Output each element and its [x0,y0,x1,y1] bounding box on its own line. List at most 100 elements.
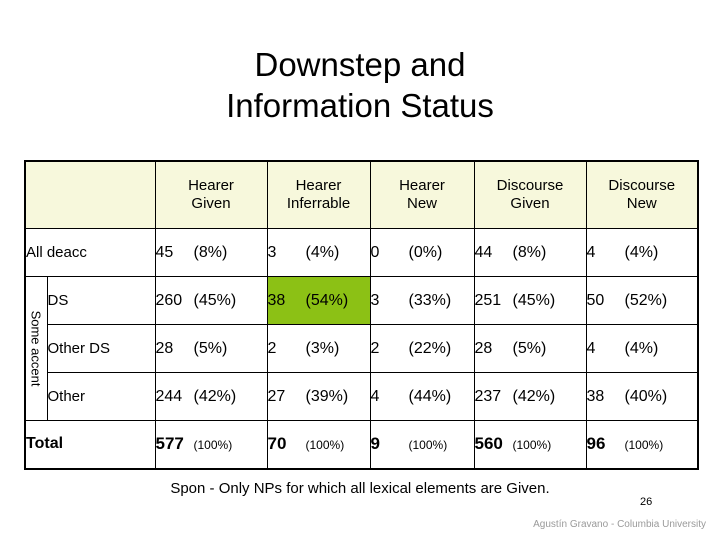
cell-count: 560 [474,434,503,454]
cell-ds-hearer-inferrable: 38 (54%) [266,276,371,325]
column-header-line-1: Discourse [608,177,676,194]
cell-count: 38 [586,387,605,405]
cell-ds-hearer-new: 3 (33%) [369,276,475,325]
table-header: Hearer Given Hearer Inferrable Hearer Ne… [24,160,699,229]
cell-count: 28 [155,339,174,357]
column-header-line-1: Hearer [295,177,342,194]
cell-percent: (40%) [624,387,668,405]
column-header-line-2: New [406,195,437,212]
cell-total-discourse-given: 560 (100%) [473,420,587,469]
cell-percent: (42%) [512,387,556,405]
cell-other-hearer-new: 4 (44%) [369,372,475,421]
cell-ds-discourse-new: 50 (52%) [585,276,699,325]
row-label-other: Other [46,372,156,421]
column-header-line-2: Given [191,195,231,212]
cell-percent: (22%) [408,339,452,357]
cell-other-discourse-new: 38 (40%) [585,372,699,421]
cell-count: 38 [267,291,286,309]
cell-percent: (8%) [193,243,228,261]
cell-total-hearer-new: 9 (100%) [369,420,475,469]
page-title-line-2: Information Status [226,87,494,124]
cell-count: 3 [370,291,380,309]
cell-percent: (8%) [512,243,547,261]
table-row-total: Total 577 (100%) 70 (100%) 9 (100%) 560 … [24,420,699,469]
cell-count: 4 [586,339,596,357]
cell-percent: (100%) [624,438,664,453]
cell-all-deacc-discourse-new: 4 (4%) [585,228,699,277]
cell-count: 50 [586,291,605,309]
cell-other-ds-hearer-inferrable: 2 (3%) [266,324,371,373]
page-title-line-1: Downstep and [254,46,466,83]
cell-total-hearer-given: 577 (100%) [154,420,268,469]
column-header-line-2: Given [510,195,550,212]
cell-all-deacc-discourse-given: 44 (8%) [473,228,587,277]
row-label-other-ds: Other DS [46,324,156,373]
cell-count: 577 [155,434,184,454]
cell-percent: (4%) [305,243,340,261]
column-header-hearer-inferrable: Hearer Inferrable [266,160,371,229]
cell-other-ds-hearer-given: 28 (5%) [154,324,268,373]
cell-count: 9 [370,434,380,454]
row-label-all-deacc: All deacc [24,228,156,277]
row-label-ds: DS [46,276,156,325]
cell-other-hearer-inferrable: 27 (39%) [266,372,371,421]
column-header-hearer-new: Hearer New [369,160,475,229]
cell-percent: (54%) [305,291,349,309]
cell-ds-hearer-given: 260 (45%) [154,276,268,325]
cell-percent: (100%) [193,438,233,453]
cell-count: 70 [267,434,287,454]
cell-count: 244 [155,387,183,405]
header-row: Hearer Given Hearer Inferrable Hearer Ne… [24,160,699,229]
row-group-label-text: Some accent [28,310,44,387]
column-header-line-1: Hearer [188,177,234,194]
cell-count: 2 [370,339,380,357]
cell-percent: (44%) [408,387,452,405]
row-group-label-some-accent: Some accent [24,276,48,421]
cell-count: 44 [474,243,493,261]
column-header-line-1: Discourse [496,177,564,194]
stats-table-container: Hearer Given Hearer Inferrable Hearer Ne… [24,160,699,470]
cell-count: 0 [370,243,380,261]
cell-percent: (5%) [512,339,547,357]
cell-percent: (4%) [624,243,659,261]
cell-count: 2 [267,339,277,357]
cell-percent: (45%) [512,291,556,309]
cell-percent: (100%) [305,438,345,453]
cell-count: 237 [474,387,502,405]
cell-count: 4 [586,243,596,261]
cell-percent: (100%) [408,438,448,453]
cell-ds-discourse-given: 251 (45%) [473,276,587,325]
column-header-hearer-given: Hearer Given [154,160,268,229]
cell-count: 251 [474,291,502,309]
table-row: All deacc 45 (8%) 3 (4%) 0 (0%) 44 (8%) … [24,228,699,277]
cell-percent: (42%) [193,387,237,405]
row-label-total: Total [24,420,156,469]
cell-other-ds-hearer-new: 2 (22%) [369,324,475,373]
cell-percent: (100%) [512,438,552,453]
page-title: Downstep and Information Status [0,44,720,126]
page-number: 26 [640,496,653,508]
cell-percent: (52%) [624,291,668,309]
column-header-line-2: Inferrable [286,195,351,212]
cell-count: 4 [370,387,380,405]
cell-percent: (0%) [408,243,443,261]
footer-note: Spon - Only NPs for which all lexical el… [170,480,550,497]
cell-total-hearer-inferrable: 70 (100%) [266,420,371,469]
column-header-line-2: New [626,195,657,212]
cell-other-hearer-given: 244 (42%) [154,372,268,421]
cell-total-discourse-new: 96 (100%) [585,420,699,469]
cell-other-ds-discourse-new: 4 (4%) [585,324,699,373]
column-header-line-1: Hearer [399,177,445,194]
cell-percent: (39%) [305,387,349,405]
cell-count: 45 [155,243,174,261]
cell-other-ds-discourse-given: 28 (5%) [473,324,587,373]
cell-percent: (5%) [193,339,228,357]
table-row: Other 244 (42%) 27 (39%) 4 (44%) 237 (42… [25,372,699,421]
stats-table: Hearer Given Hearer Inferrable Hearer Ne… [24,160,699,470]
cell-other-discourse-given: 237 (42%) [473,372,587,421]
cell-count: 260 [155,291,183,309]
cell-percent: (45%) [193,291,237,309]
cell-percent: (4%) [624,339,659,357]
table-body: All deacc 45 (8%) 3 (4%) 0 (0%) 44 (8%) … [24,228,699,469]
cell-count: 28 [474,339,493,357]
